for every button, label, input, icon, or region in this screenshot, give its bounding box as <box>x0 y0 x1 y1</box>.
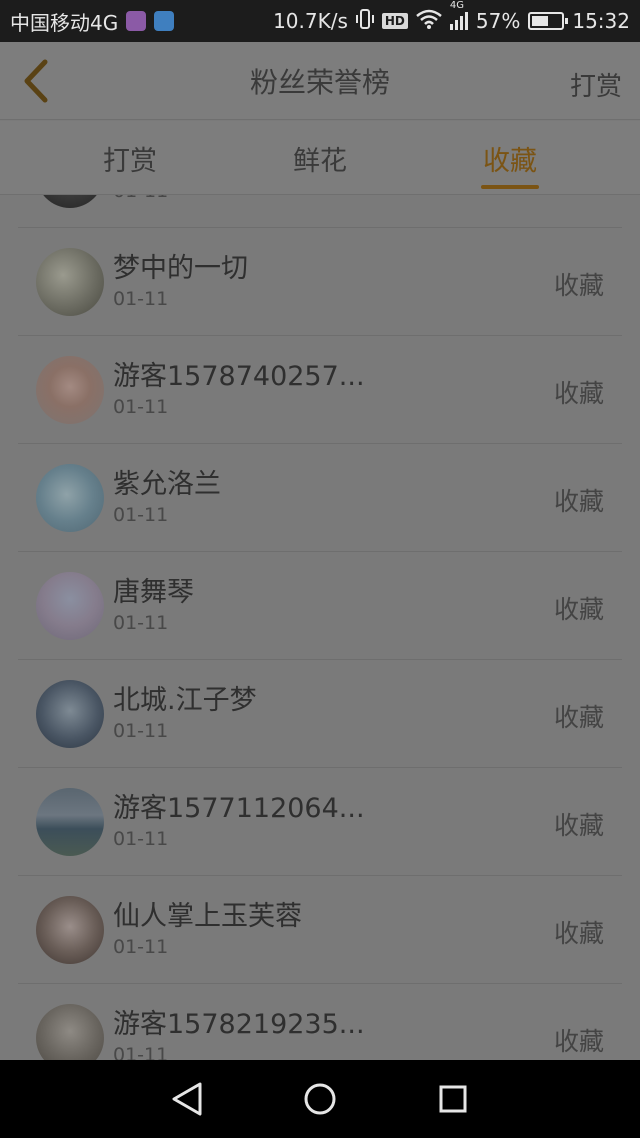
wifi-icon <box>416 9 442 34</box>
item-name: 游客1578740257... <box>113 361 365 392</box>
hd-icon: HD <box>381 13 408 29</box>
avatar <box>36 896 104 964</box>
back-button[interactable] <box>14 56 58 106</box>
item-action-label: 收藏 <box>553 703 604 732</box>
circle-home-icon <box>304 1083 336 1115</box>
list-item[interactable]: 梦中的一切 01-11 收藏 <box>18 228 622 336</box>
vibrate-icon <box>355 8 374 35</box>
list-item[interactable]: 紫允洛兰 01-11 收藏 <box>18 444 622 552</box>
item-date: 01-11 <box>113 936 169 958</box>
tab-reward[interactable]: 打赏 <box>35 121 225 195</box>
avatar <box>36 680 104 748</box>
item-date: 01-11 <box>113 612 169 634</box>
battery-percent: 57% <box>475 9 521 33</box>
battery-icon <box>528 12 569 30</box>
avatar <box>36 1004 104 1060</box>
signal-icon: 4G <box>449 0 468 30</box>
wifi-app-icon <box>154 11 175 31</box>
avatar <box>36 356 104 424</box>
fan-list[interactable]: 01-11 梦中的一切 01-11 收藏 游客1578740257... 01-… <box>0 195 640 1060</box>
status-bar: 中国移动4G 10.7K/s HD 4G 57% 15:32 <box>0 0 640 42</box>
item-date: 01-11 <box>113 720 169 742</box>
page-title: 粉丝荣誉榜 <box>249 65 390 99</box>
item-date: 01-11 <box>113 1044 169 1060</box>
tab-favorites[interactable]: 收藏 <box>415 121 605 195</box>
list-item[interactable]: 游客1578219235... 01-11 收藏 <box>18 984 622 1060</box>
item-name: 北城.江子梦 <box>113 685 257 716</box>
carrier-label: 中国移动4G <box>10 10 119 35</box>
item-name: 游客1577112064... <box>113 793 365 824</box>
avatar <box>36 195 104 208</box>
tab-bar: 打赏 鲜花 收藏 <box>0 121 640 195</box>
item-date: 01-11 <box>113 396 169 418</box>
list-item[interactable]: 仙人掌上玉芙蓉 01-11 收藏 <box>18 876 622 984</box>
system-nav-bar <box>0 1060 640 1138</box>
item-name: 游客1578219235... <box>113 1009 365 1040</box>
item-action-label: 收藏 <box>553 595 604 624</box>
nav-back-button[interactable] <box>157 1069 217 1129</box>
app-notification-icon <box>126 11 147 31</box>
tab-flowers[interactable]: 鲜花 <box>225 121 415 195</box>
square-recents-icon <box>439 1085 467 1113</box>
item-name: 唐舞琴 <box>113 577 194 608</box>
item-action-label: 收藏 <box>553 1027 604 1056</box>
chevron-left-icon <box>24 59 48 103</box>
network-speed: 10.7K/s <box>273 9 348 33</box>
triangle-back-icon <box>172 1082 202 1116</box>
item-date: 01-11 <box>113 828 169 850</box>
item-action-label: 收藏 <box>553 487 604 516</box>
app-header: 粉丝荣誉榜 打赏 <box>0 42 640 120</box>
avatar <box>36 248 104 316</box>
clock: 15:32 <box>572 9 630 33</box>
item-date: 01-11 <box>113 288 169 310</box>
list-item[interactable]: 唐舞琴 01-11 收藏 <box>18 552 622 660</box>
item-name: 梦中的一切 <box>113 253 248 284</box>
item-action-label: 收藏 <box>553 379 604 408</box>
list-item-partial[interactable]: 01-11 <box>18 195 622 228</box>
list-item[interactable]: 游客1577112064... 01-11 收藏 <box>18 768 622 876</box>
item-action-label: 收藏 <box>553 919 604 948</box>
nav-recents-button[interactable] <box>423 1069 483 1129</box>
item-action-label: 收藏 <box>553 271 604 300</box>
avatar <box>36 464 104 532</box>
reward-button[interactable]: 打赏 <box>570 66 622 103</box>
list-item[interactable]: 游客1578740257... 01-11 收藏 <box>18 336 622 444</box>
avatar <box>36 788 104 856</box>
item-date: 01-11 <box>113 504 169 526</box>
item-date: 01-11 <box>113 195 168 202</box>
list-item[interactable]: 北城.江子梦 01-11 收藏 <box>18 660 622 768</box>
item-action-label: 收藏 <box>553 811 604 840</box>
avatar <box>36 572 104 640</box>
item-name: 紫允洛兰 <box>113 469 221 500</box>
nav-home-button[interactable] <box>290 1069 350 1129</box>
item-name: 仙人掌上玉芙蓉 <box>113 901 302 932</box>
